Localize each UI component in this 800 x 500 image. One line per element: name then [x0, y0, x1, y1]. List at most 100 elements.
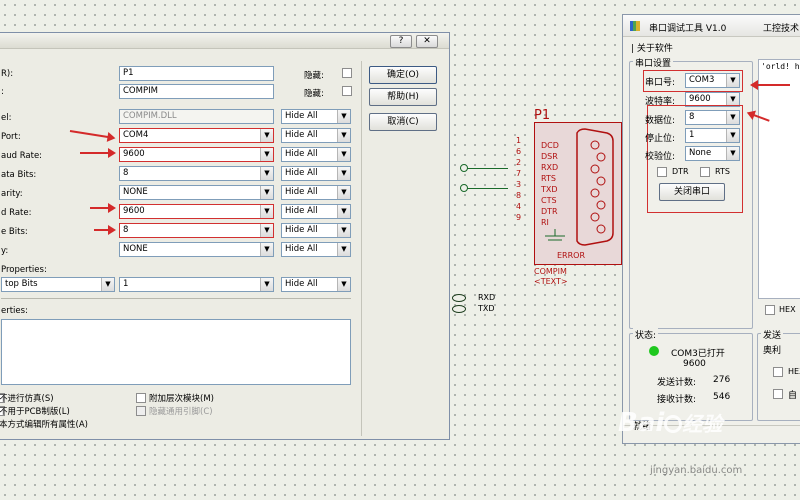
pin-number: 4	[516, 202, 522, 211]
terminal-rxd-label: RXD	[478, 293, 496, 302]
value-field[interactable]: COMPIM	[119, 84, 274, 99]
pin-number: 2	[516, 158, 522, 167]
pin-name: DCD	[541, 141, 559, 150]
no-sim-label: 不进行仿真(S)	[0, 394, 54, 404]
tool-stop-select[interactable]: 1 ▼	[685, 128, 740, 143]
watermark-logo: Bai 经验	[618, 408, 722, 438]
databits-hide-value: Hide All	[285, 168, 318, 178]
stopbits-value: 1	[123, 279, 129, 289]
sent-value: 276	[713, 375, 731, 385]
vbaud-value: 9600	[123, 206, 145, 216]
cancel-button[interactable]: 取消(C)	[369, 113, 437, 131]
pin-name: DSR	[541, 152, 558, 161]
chevron-down-icon: ▼	[337, 278, 350, 291]
stopbits-name-select[interactable]: top Bits ▼	[1, 277, 115, 292]
vbaud-select[interactable]: 9600 ▼	[119, 204, 274, 219]
hex-send-label: HEX	[788, 367, 800, 376]
red-arrow-vbaud	[90, 203, 116, 213]
parity-select[interactable]: NONE ▼	[119, 185, 274, 200]
close-icon: ✕	[423, 36, 431, 46]
adv-properties-textarea[interactable]	[1, 319, 351, 385]
status-line1: COM3已打开	[671, 349, 725, 359]
hex-send-checkbox[interactable]	[773, 367, 783, 377]
vparity-select[interactable]: NONE ▼	[119, 242, 274, 257]
hide-pins-checkbox[interactable]	[136, 406, 146, 416]
value-label: :	[1, 87, 4, 97]
terminal-rxd-icon[interactable]	[452, 294, 466, 302]
parity-label: arity:	[1, 189, 23, 199]
tool-title: 串口调试工具 V1.0	[649, 24, 727, 34]
ref-field[interactable]: P1	[119, 66, 274, 81]
hidden-label-1: 隐藏:	[304, 71, 324, 81]
vbaud-hide-select[interactable]: Hide All ▼	[281, 204, 351, 219]
model-label: el:	[1, 113, 12, 123]
dtr-checkbox[interactable]	[657, 167, 667, 177]
model-hide-select[interactable]: Hide All ▼	[281, 109, 351, 124]
databits-value: 8	[123, 168, 129, 178]
pin-number: 3	[516, 180, 522, 189]
tool-parity-value: None	[689, 148, 712, 158]
vbaud-label: d Rate:	[1, 208, 32, 218]
port-select[interactable]: COM4 ▼	[119, 128, 274, 143]
vparity-hide-select[interactable]: Hide All ▼	[281, 242, 351, 257]
ok-button[interactable]: 确定(O)	[369, 66, 437, 84]
port-hide-value: Hide All	[285, 130, 318, 140]
hidden-checkbox-2[interactable]	[342, 86, 352, 96]
stopbits-hide-select[interactable]: Hide All ▼	[281, 277, 351, 292]
no-pcb-label: 不用于PCB制版(L)	[0, 407, 70, 417]
chevron-down-icon: ▼	[337, 186, 350, 199]
chevron-down-icon: ▼	[260, 167, 273, 180]
vdatabits-hide-select[interactable]: Hide All ▼	[281, 223, 351, 238]
pin-number: 7	[516, 169, 522, 178]
receive-text: 'orld! h	[761, 62, 800, 71]
watermark-url: jingyan.baidu.com	[650, 465, 743, 476]
watermark-brand: Bai	[618, 408, 665, 438]
help-title-button[interactable]: ?	[390, 35, 412, 48]
tool-port-label: 串口号:	[645, 78, 676, 88]
chevron-down-icon: ▼	[260, 278, 273, 291]
terminal-txd-label: TXD	[478, 304, 495, 313]
serial-tool-window: 串口调试工具 V1.0 工控技术 | 关于软件 串口设置 串口号: COM3 ▼ …	[622, 14, 800, 444]
chevron-down-icon: ▼	[260, 224, 273, 237]
baud-hide-value: Hide All	[285, 149, 318, 159]
pin-name: RTS	[541, 174, 556, 183]
model-hide-value: Hide All	[285, 111, 318, 121]
databits-hide-select[interactable]: Hide All ▼	[281, 166, 351, 181]
hidden-checkbox-1[interactable]	[342, 68, 352, 78]
baud-select[interactable]: 9600 ▼	[119, 147, 274, 162]
close-port-button[interactable]: 关闭串口	[659, 183, 725, 201]
tool-port-select[interactable]: COM3 ▼	[685, 73, 740, 88]
paw-icon	[664, 414, 683, 433]
pin-name: RI	[541, 218, 549, 227]
divider	[1, 298, 351, 299]
hex-display-checkbox[interactable]	[765, 305, 775, 315]
tool-parity-select[interactable]: None ▼	[685, 146, 740, 161]
properties-dialog: ? ✕ R): P1 隐藏: : COMPIM 隐藏: el: COMPIM.D…	[0, 32, 450, 440]
help-button[interactable]: 帮助(H)	[369, 88, 437, 106]
hier-module-checkbox[interactable]	[136, 393, 146, 403]
auto-send-checkbox[interactable]	[773, 389, 783, 399]
rts-checkbox[interactable]	[700, 167, 710, 177]
chevron-down-icon: ▼	[101, 278, 114, 291]
terminal-txd-icon[interactable]	[452, 305, 466, 313]
menu-about[interactable]: | 关于软件	[631, 41, 673, 54]
send-title: 发送	[761, 328, 784, 341]
vdatabits-select[interactable]: 8 ▼	[119, 223, 274, 238]
tool-data-select[interactable]: 8 ▼	[685, 110, 740, 125]
baud-label: aud Rate:	[1, 151, 43, 161]
compim-component[interactable]: DCD DSR RXD RTS TXD CTS DTR RI ERROR	[534, 122, 622, 265]
model-field[interactable]: COMPIM.DLL	[119, 109, 274, 124]
close-title-button[interactable]: ✕	[416, 35, 438, 48]
chevron-down-icon: ▼	[337, 167, 350, 180]
databits-select[interactable]: 8 ▼	[119, 166, 274, 181]
parity-hide-select[interactable]: Hide All ▼	[281, 185, 351, 200]
chevron-down-icon: ▼	[260, 243, 273, 256]
stopbits-select[interactable]: 1 ▼	[119, 277, 274, 292]
ref-label: R):	[1, 69, 14, 79]
port-hide-select[interactable]: Hide All ▼	[281, 128, 351, 143]
status-led-icon	[649, 346, 659, 356]
dtr-label: DTR	[672, 167, 689, 176]
red-arrow-baud	[80, 148, 116, 158]
receive-textarea[interactable]: 'orld! h	[758, 59, 800, 299]
baud-hide-select[interactable]: Hide All ▼	[281, 147, 351, 162]
